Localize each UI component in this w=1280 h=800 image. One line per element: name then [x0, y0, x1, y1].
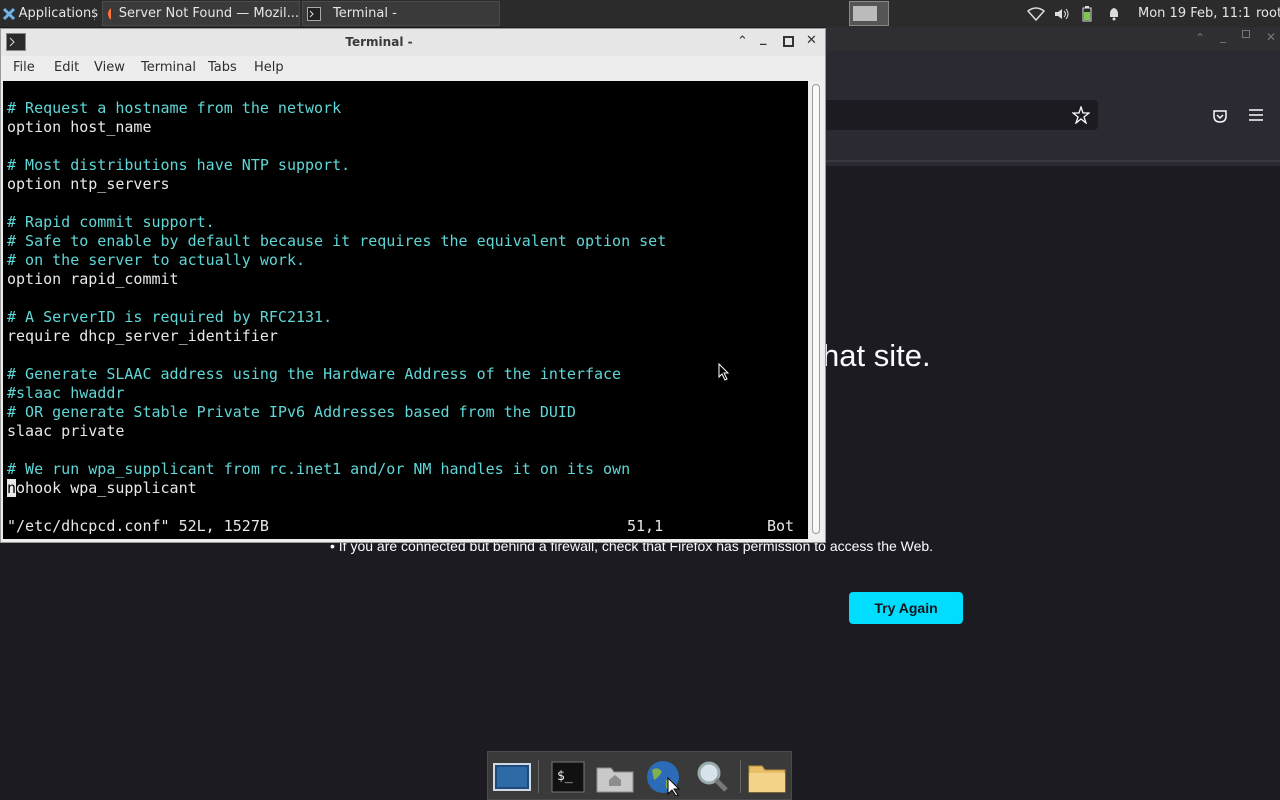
menu-view[interactable]: View — [94, 60, 125, 75]
taskbar-item-firefox[interactable]: Server Not Found — Mozil... — [102, 1, 300, 26]
firefox-minimize-up-icon[interactable]: ⌃ — [1195, 31, 1205, 45]
terminal-window: Terminal - ⌃ _ ✕ File Edit View Terminal… — [0, 28, 826, 543]
try-again-button[interactable]: Try Again — [849, 592, 963, 624]
minimize-icon[interactable]: _ — [760, 31, 767, 46]
config-line: slaac private — [7, 422, 125, 440]
firefox-divider — [826, 160, 1280, 162]
config-comment-line: # Safe to enable by default because it r… — [7, 232, 667, 250]
volume-icon[interactable] — [1053, 0, 1071, 27]
hamburger-menu-icon[interactable] — [1248, 108, 1264, 122]
firefox-titlebar: ⌃ _ ✕ — [826, 27, 1280, 51]
menu-terminal[interactable]: Terminal — [141, 60, 196, 75]
terminal-menubar: File Edit View Terminal Tabs Help — [1, 56, 825, 80]
workspace-switcher[interactable] — [849, 1, 889, 26]
network-icon[interactable] — [1027, 0, 1045, 27]
workspace-thumbnail — [853, 6, 877, 21]
user-menu[interactable]: root — [1256, 0, 1280, 27]
terminal-screen[interactable]: # Request a hostname from the network opt… — [3, 81, 808, 539]
svg-text:$_: $_ — [557, 769, 573, 784]
text-cursor: n — [7, 479, 17, 497]
cursor-line-text: ohook wpa_supplicant — [16, 479, 197, 497]
taskbar-firefox-label: Server Not Found — Mozil... — [118, 6, 299, 21]
config-line: nohook wpa_supplicant — [7, 479, 197, 498]
battery-icon[interactable] — [1082, 0, 1096, 27]
config-comment-line: # Most distributions have NTP support. — [7, 156, 351, 174]
config-comment-line: # We run wpa_supplicant from rc.inet1 an… — [7, 460, 631, 478]
dock-web-browser-icon[interactable] — [644, 758, 684, 797]
firefox-close-icon[interactable]: ✕ — [1266, 30, 1276, 44]
status-file-info: "/etc/dhcpcd.conf" 52L, 1527B — [7, 517, 269, 535]
firefox-minimize-icon[interactable]: _ — [1220, 29, 1226, 43]
clock[interactable]: Mon 19 Feb, 11:13 — [1138, 0, 1250, 27]
config-comment-line: # A ServerID is required by RFC2131. — [7, 308, 333, 326]
terminal-titlebar[interactable]: Terminal - ⌃ _ ✕ — [1, 29, 825, 56]
dock-folder-icon[interactable] — [747, 758, 787, 796]
xfce-logo-icon — [2, 7, 15, 20]
bookmark-star-icon[interactable] — [1072, 106, 1090, 124]
firefox-maximize-icon[interactable] — [1242, 30, 1250, 38]
config-line: require dhcp_server_identifier — [7, 327, 278, 345]
close-icon[interactable]: ✕ — [806, 33, 817, 48]
taskbar-item-terminal[interactable]: Terminal - — [302, 1, 500, 26]
dock-home-folder-icon[interactable] — [595, 758, 635, 796]
config-comment-line: # Generate SLAAC address using the Hardw… — [7, 365, 622, 383]
dock-desktop-icon[interactable] — [492, 758, 532, 796]
dock-search-icon[interactable] — [692, 758, 732, 796]
config-line: option host_name — [7, 118, 152, 136]
scrollbar-thumb[interactable] — [812, 84, 820, 534]
dock-separator — [740, 760, 741, 793]
applications-menu[interactable]: Applications — [2, 0, 98, 27]
panel-separator — [94, 0, 98, 27]
notifications-bell-icon[interactable] — [1107, 0, 1123, 27]
terminal-icon — [307, 6, 321, 21]
status-scroll-position: Bot — [767, 517, 795, 535]
dock-terminal-icon[interactable]: $_ — [548, 758, 588, 796]
config-comment-line: # Rapid commit support. — [7, 213, 215, 231]
mouse-pointer-icon — [718, 363, 730, 381]
menu-file[interactable]: File — [13, 60, 35, 75]
applications-label: Applications — [18, 6, 98, 21]
taskbar-terminal-label: Terminal - — [333, 6, 397, 21]
config-comment-line: # Request a hostname from the network — [7, 99, 342, 117]
terminal-scrollbar[interactable] — [809, 81, 823, 539]
maximize-icon[interactable] — [783, 36, 794, 47]
dock: $_ — [487, 751, 792, 800]
config-comment-line: # on the server to actually work. — [7, 251, 306, 269]
error-heading: hat site. — [822, 338, 931, 373]
config-comment-line: #slaac hwaddr — [7, 384, 125, 402]
firefox-address-bar[interactable] — [826, 100, 1098, 130]
terminal-title: Terminal - — [345, 35, 413, 49]
menu-edit[interactable]: Edit — [54, 60, 79, 75]
menu-help[interactable]: Help — [254, 60, 284, 75]
pocket-icon[interactable] — [1212, 108, 1228, 124]
dock-separator — [538, 760, 539, 793]
menu-tabs[interactable]: Tabs — [208, 60, 237, 75]
firefox-icon — [108, 7, 111, 20]
config-line: option rapid_commit — [7, 270, 179, 288]
config-line: option ntp_servers — [7, 175, 170, 193]
top-panel: Applications Server Not Found — Mozil...… — [0, 0, 1280, 27]
status-cursor-position: 51,1 — [627, 517, 664, 535]
shade-up-icon[interactable]: ⌃ — [737, 34, 748, 49]
config-comment-line: # OR generate Stable Private IPv6 Addres… — [7, 403, 576, 421]
